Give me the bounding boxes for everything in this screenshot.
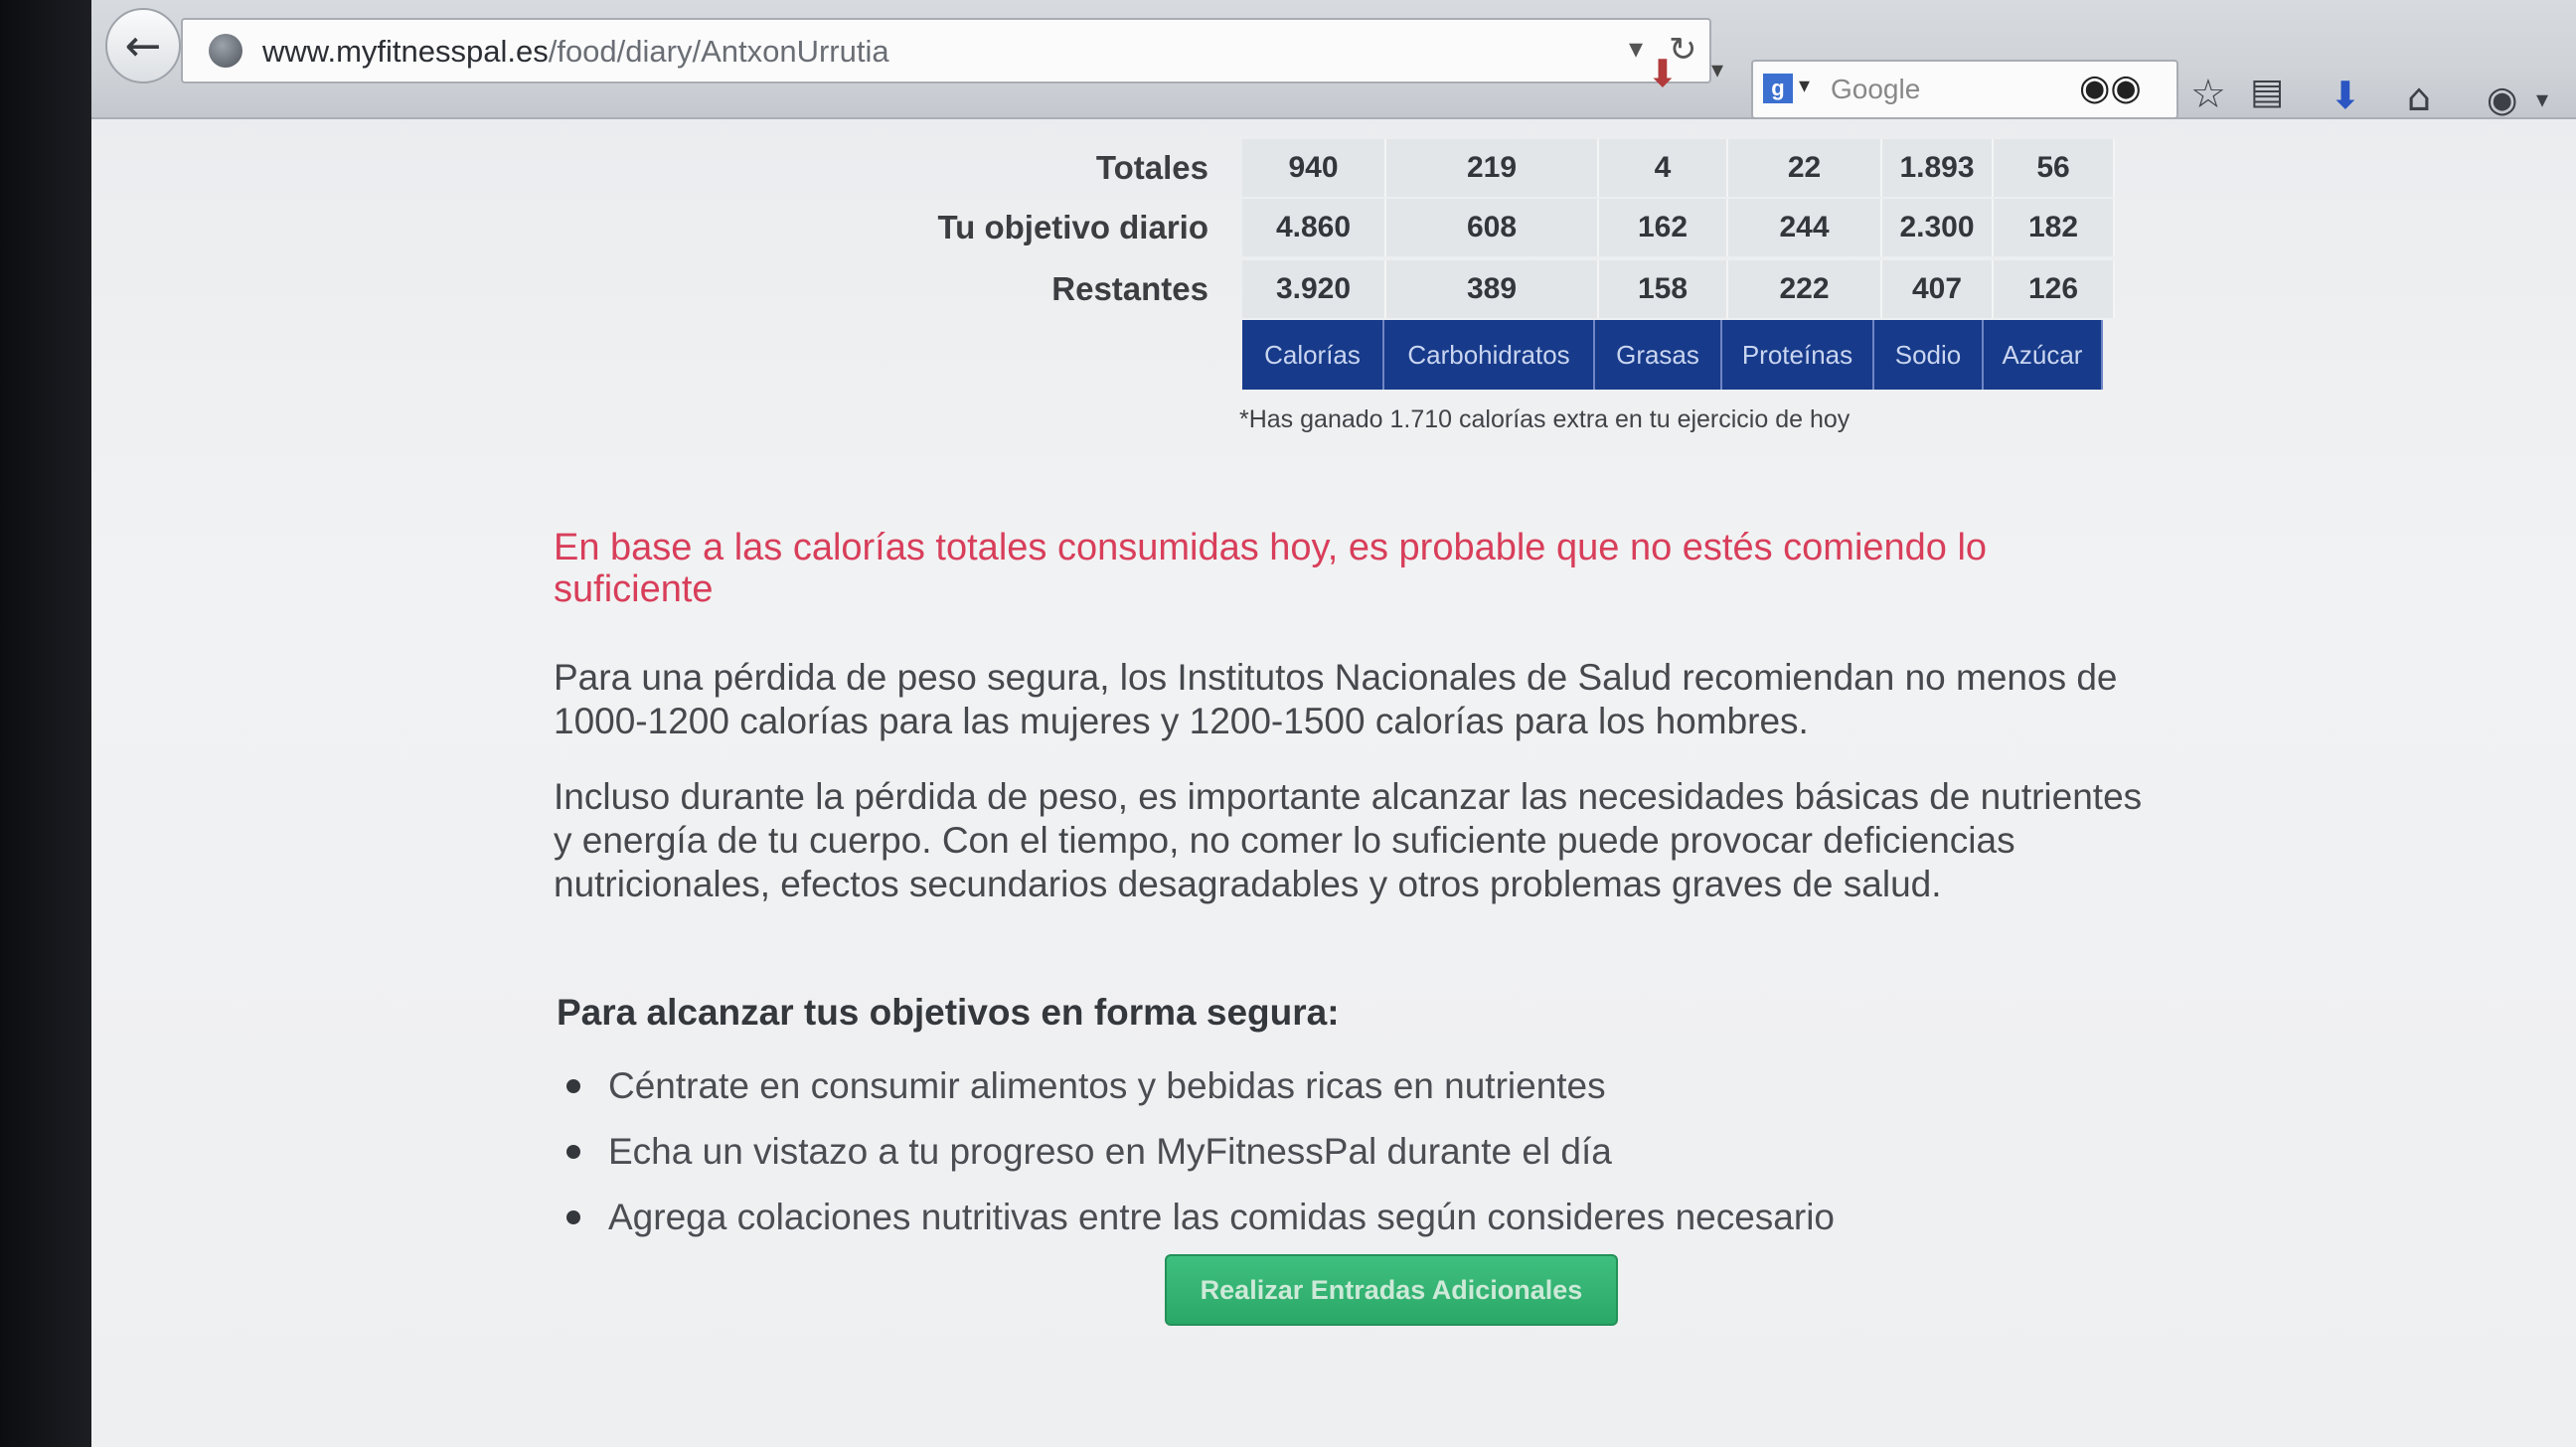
list-item: Agrega colaciones nutritivas entre las c… <box>559 1193 1835 1258</box>
table-cell: 182 <box>1994 199 2115 256</box>
history-dropdown-icon[interactable]: ▾ <box>1629 32 1643 65</box>
list-item: Echa un vistazo a tu progreso en MyFitne… <box>559 1127 1835 1193</box>
url-host: www.myfitnesspal.es <box>262 34 549 69</box>
browser-window: ← www.myfitnesspal.es/food/diary/AntxonU… <box>91 0 2576 1447</box>
table-cell: 162 <box>1599 199 1728 256</box>
row-label-restantes: Restantes <box>1051 270 1208 307</box>
exercise-calories-note: *Has ganado 1.710 calorías extra en tu e… <box>1239 405 1851 433</box>
tip-text: Agrega colaciones nutritivas entre las c… <box>608 1197 1836 1237</box>
row-label-totales: Totales <box>1095 149 1208 186</box>
table-cell: 222 <box>1728 260 1882 318</box>
bullet-icon <box>566 1079 580 1093</box>
row-label-objetivo: Tu objetivo diario <box>937 209 1208 245</box>
engine-dropdown-icon[interactable]: ▾ <box>1799 74 1810 98</box>
table-cell: 407 <box>1882 260 1994 318</box>
tip-text: Céntrate en consumir alimentos y bebidas… <box>608 1065 1606 1106</box>
table-cell: 1.893 <box>1882 139 1994 197</box>
table-cell: 158 <box>1599 260 1728 318</box>
search-input[interactable]: Google <box>1831 74 1920 105</box>
column-header-sodio: Sodio <box>1874 320 1984 390</box>
list-item: Céntrate en consumir alimentos y bebidas… <box>559 1061 1835 1127</box>
table-cell: 940 <box>1242 139 1386 197</box>
google-engine-icon[interactable]: g <box>1763 74 1793 103</box>
column-header-carbohidratos: Carbohidratos <box>1384 320 1595 390</box>
url-text[interactable]: www.myfitnesspal.es/food/diary/AntxonUrr… <box>262 34 889 70</box>
tips-heading: Para alcanzar tus objetivos en forma seg… <box>557 992 1340 1033</box>
table-cell: 22 <box>1728 139 1882 197</box>
nutrient-column-headers: Calorías Carbohidratos Grasas Proteínas … <box>1242 320 2103 390</box>
bullet-icon <box>566 1210 580 1224</box>
browser-toolbar: ← www.myfitnesspal.es/food/diary/AntxonU… <box>91 0 2576 120</box>
table-cell: 608 <box>1386 199 1599 256</box>
tips-list: Céntrate en consumir alimentos y bebidas… <box>559 1061 1835 1258</box>
downloads-arrow-icon[interactable]: ⬇ <box>2330 74 2361 117</box>
table-row-objetivo: 4.860 608 162 244 2.300 182 <box>1242 199 2115 256</box>
table-cell: 389 <box>1386 260 1599 318</box>
table-cell: 3.920 <box>1242 260 1386 318</box>
addon-download-icon[interactable]: ⬇ <box>1647 52 1687 95</box>
table-cell: 2.300 <box>1882 199 1994 256</box>
site-identity-icon[interactable] <box>209 34 242 68</box>
binoculars-icon[interactable]: ◉◉ <box>2079 68 2142 108</box>
bullet-icon <box>566 1145 580 1159</box>
table-cell: 219 <box>1386 139 1599 197</box>
guidance-paragraph: Para una pérdida de peso segura, los Ins… <box>554 657 2118 741</box>
extension-dropdown-icon[interactable]: ▾ <box>2536 85 2548 113</box>
extension-icon[interactable]: ◉ <box>2487 80 2517 120</box>
tip-text: Echa un vistazo a tu progreso en MyFitne… <box>608 1131 1612 1172</box>
guidance-paragraph: Incluso durante la pérdida de peso, es i… <box>554 776 2143 904</box>
low-calorie-warning: En base a las calorías totales consumida… <box>554 527 1988 610</box>
table-row-totales: 940 219 4 22 1.893 56 <box>1242 139 2115 197</box>
address-bar[interactable]: www.myfitnesspal.es/food/diary/AntxonUrr… <box>181 18 1711 83</box>
bookmark-star-icon[interactable]: ☆ <box>2190 72 2226 117</box>
url-path: /food/diary/AntxonUrrutia <box>548 34 889 69</box>
addon-dropdown-icon[interactable]: ▾ <box>1711 56 1723 83</box>
bookmarks-list-icon[interactable]: ▤ <box>2250 72 2284 112</box>
table-cell: 244 <box>1728 199 1882 256</box>
home-icon[interactable]: ⌂ <box>2407 76 2431 119</box>
table-cell: 4 <box>1599 139 1728 197</box>
column-header-calorias: Calorías <box>1242 320 1384 390</box>
add-entries-button[interactable]: Realizar Entradas Adicionales <box>1165 1254 1618 1326</box>
table-cell: 4.860 <box>1242 199 1386 256</box>
back-arrow-icon[interactable]: ← <box>105 8 181 83</box>
column-header-proteinas: Proteínas <box>1722 320 1874 390</box>
table-row-restantes: 3.920 389 158 222 407 126 <box>1242 260 2115 318</box>
column-header-grasas: Grasas <box>1595 320 1722 390</box>
table-cell: 126 <box>1994 260 2115 318</box>
column-header-azucar: Azúcar <box>1984 320 2103 390</box>
table-cell: 56 <box>1994 139 2115 197</box>
